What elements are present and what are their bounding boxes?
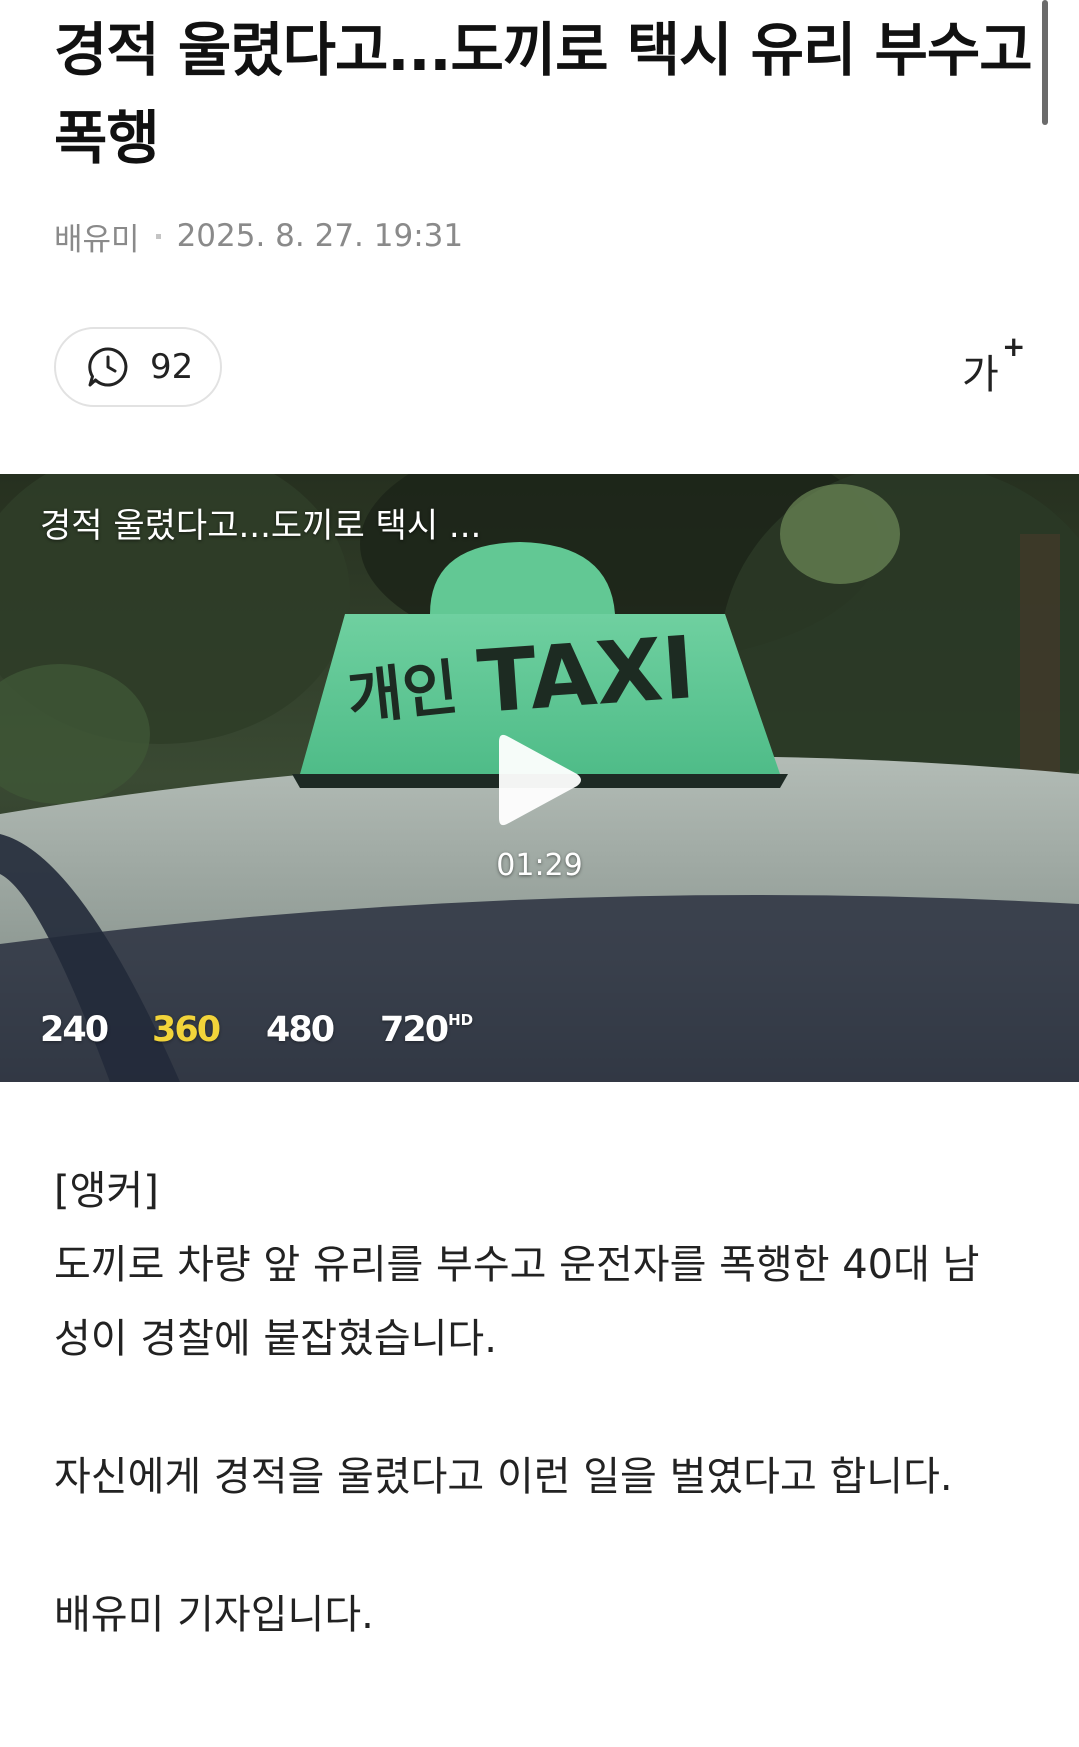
quality-label: 480	[266, 1010, 335, 1050]
comment-count: 92	[150, 347, 194, 387]
anchor-tag: [앵커]	[54, 1168, 159, 1214]
scroll-indicator[interactable]	[1042, 0, 1048, 125]
video-title: 경적 울렸다고...도끼로 택시 ...	[40, 506, 482, 546]
article-body: [앵커] 도끼로 차량 앞 유리를 부수고 운전자를 폭행한 40대 남성이 경…	[54, 1154, 1014, 1652]
quality-480[interactable]: 480	[266, 1010, 335, 1050]
quality-hd-badge: HD	[448, 1011, 474, 1029]
article-headline: 경적 울렸다고...도끼로 택시 유리 부수고 폭행	[54, 16, 1033, 172]
quality-label: 240	[40, 1010, 109, 1050]
publish-date: 2025. 8. 27. 19:31	[176, 218, 464, 254]
byline: 배유미 2025. 8. 27. 19:31	[54, 214, 464, 259]
byline-separator	[155, 233, 161, 239]
article-paragraph: 자신에게 경적을 울렸다고 이런 일을 벌였다고 합니다.	[54, 1454, 953, 1500]
font-size-icon: 가	[962, 352, 999, 398]
play-icon[interactable]	[495, 728, 585, 832]
video-player[interactable]: 개인 TAXI 경적 울렸다고...도끼로 택시 ... 01:29 240 3…	[0, 474, 1079, 1082]
article-paragraph: 도끼로 차량 앞 유리를 부수고 운전자를 폭행한 40대 남성이 경찰에 붙잡…	[54, 1242, 980, 1362]
video-duration: 01:29	[496, 848, 583, 883]
comment-button[interactable]: 92	[54, 327, 222, 407]
comment-icon	[88, 347, 128, 387]
quality-720[interactable]: 720HD	[380, 1010, 473, 1050]
font-size-plus: +	[1002, 330, 1026, 363]
reporter-signoff: 배유미 기자입니다.	[54, 1592, 374, 1638]
quality-360[interactable]: 360	[152, 1010, 221, 1050]
quality-label: 720	[380, 1010, 449, 1050]
font-size-button[interactable]: 가 +	[958, 330, 1028, 398]
quality-label: 360	[152, 1010, 221, 1050]
reporter-name[interactable]: 배유미	[54, 214, 140, 259]
quality-240[interactable]: 240	[40, 1010, 109, 1050]
